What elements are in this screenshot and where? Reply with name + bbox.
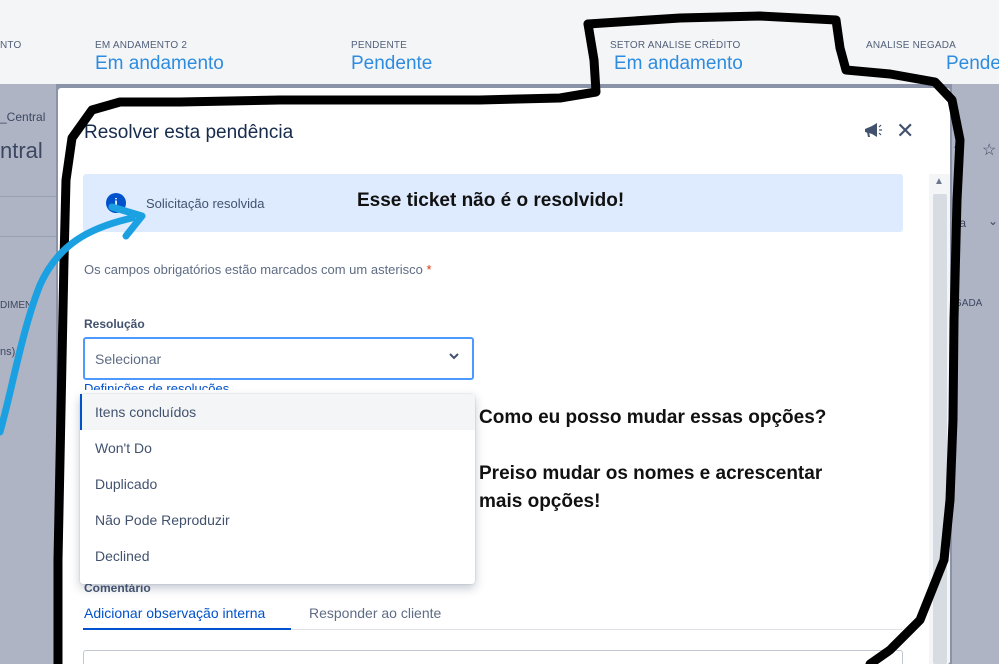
required-note-text: Os campos obrigatórios estão marcados co… bbox=[84, 262, 423, 277]
select-value: Selecionar bbox=[95, 351, 162, 367]
resolution-definitions-link[interactable]: Definições de resoluções bbox=[84, 382, 229, 390]
tab-internal-note[interactable]: Adicionar observação interna bbox=[84, 605, 265, 621]
option-duplicado[interactable]: Duplicado bbox=[80, 466, 475, 502]
info-icon: i bbox=[106, 193, 126, 213]
resolution-select[interactable]: Selecionar bbox=[83, 337, 474, 380]
info-banner: i Solicitação resolvida Esse ticket não … bbox=[83, 174, 903, 232]
comment-label: Comentário bbox=[84, 584, 151, 592]
right-panel-text: ta bbox=[956, 216, 967, 230]
required-fields-note: Os campos obrigatórios estão marcados co… bbox=[84, 262, 432, 277]
option-wont-do[interactable]: Won't Do bbox=[80, 430, 475, 466]
chevron-down-icon: ⌄ bbox=[988, 214, 999, 228]
status-column-label: NTO bbox=[0, 40, 22, 51]
left-side-panel: _Central ntral DIMEN ns) bbox=[0, 84, 56, 664]
status-column-header[interactable]: EM ANDAMENTO 2 Em andamento bbox=[85, 22, 333, 84]
status-column-header[interactable]: ANALISE NEGADA Pende bbox=[852, 22, 999, 84]
status-column-header[interactable]: PENDENTE Pendente bbox=[341, 22, 586, 84]
star-icon: ☆ bbox=[982, 142, 997, 159]
left-panel-text: ns) bbox=[0, 346, 16, 358]
lightning-icon: ϟ bbox=[954, 140, 963, 157]
option-nao-pode-reproduzir[interactable]: Não Pode Reproduzir bbox=[80, 502, 475, 538]
right-side-panel: ϟ ☆ ta ⌄ GADA bbox=[952, 84, 999, 664]
tab-reply-customer[interactable]: Responder ao cliente bbox=[309, 605, 441, 621]
resolution-label: Resolução bbox=[84, 317, 145, 331]
annotation-request-line: mais opções! bbox=[479, 491, 601, 512]
status-column-label: PENDENTE bbox=[351, 40, 408, 51]
chevron-down-icon[interactable] bbox=[448, 349, 460, 365]
comment-editor[interactable] bbox=[83, 650, 903, 664]
left-panel-text: DIMEN bbox=[0, 300, 33, 311]
required-asterisk: * bbox=[426, 262, 432, 277]
status-column-label: EM ANDAMENTO 2 bbox=[95, 40, 188, 51]
banner-text: Solicitação resolvida bbox=[146, 196, 265, 211]
status-column-header[interactable]: SETOR ANALISE CRÉDITO Em andamento bbox=[596, 22, 844, 84]
annotation-request-line: Preiso mudar os nomes e acrescentar bbox=[479, 463, 823, 484]
left-panel-text: _Central bbox=[0, 110, 46, 124]
resolution-options-menu: Itens concluídos Won't Do Duplicado Não … bbox=[80, 394, 475, 584]
status-column-label: ANALISE NEGADA bbox=[866, 40, 957, 51]
status-column-value: Pendente bbox=[351, 53, 433, 74]
status-column-value: Pende bbox=[946, 53, 999, 74]
annotation-question: Como eu posso mudar essas opções? bbox=[479, 407, 827, 428]
right-panel-text: GADA bbox=[954, 298, 983, 309]
status-column-value: Em andamento bbox=[614, 53, 743, 74]
megaphone-icon[interactable] bbox=[863, 122, 883, 145]
divider bbox=[0, 236, 56, 237]
active-tab-indicator bbox=[83, 628, 291, 630]
option-declined[interactable]: Declined bbox=[80, 538, 475, 574]
option-itens-concluidos[interactable]: Itens concluídos bbox=[80, 394, 475, 430]
scroll-up-icon[interactable]: ▲ bbox=[934, 176, 944, 187]
annotation-ticket-note: Esse ticket não é o resolvido! bbox=[357, 190, 625, 211]
resolve-dialog: Resolver esta pendência ✕ i Solicitação … bbox=[58, 88, 950, 664]
scrollbar-thumb[interactable] bbox=[933, 194, 947, 664]
status-column-value: Em andamento bbox=[95, 53, 224, 74]
divider bbox=[0, 196, 56, 197]
dialog-title: Resolver esta pendência bbox=[84, 122, 294, 143]
close-icon[interactable]: ✕ bbox=[896, 118, 914, 144]
left-panel-title: ntral bbox=[0, 138, 43, 163]
status-column-label: SETOR ANALISE CRÉDITO bbox=[610, 40, 741, 51]
status-column-header: NTO bbox=[0, 22, 78, 84]
